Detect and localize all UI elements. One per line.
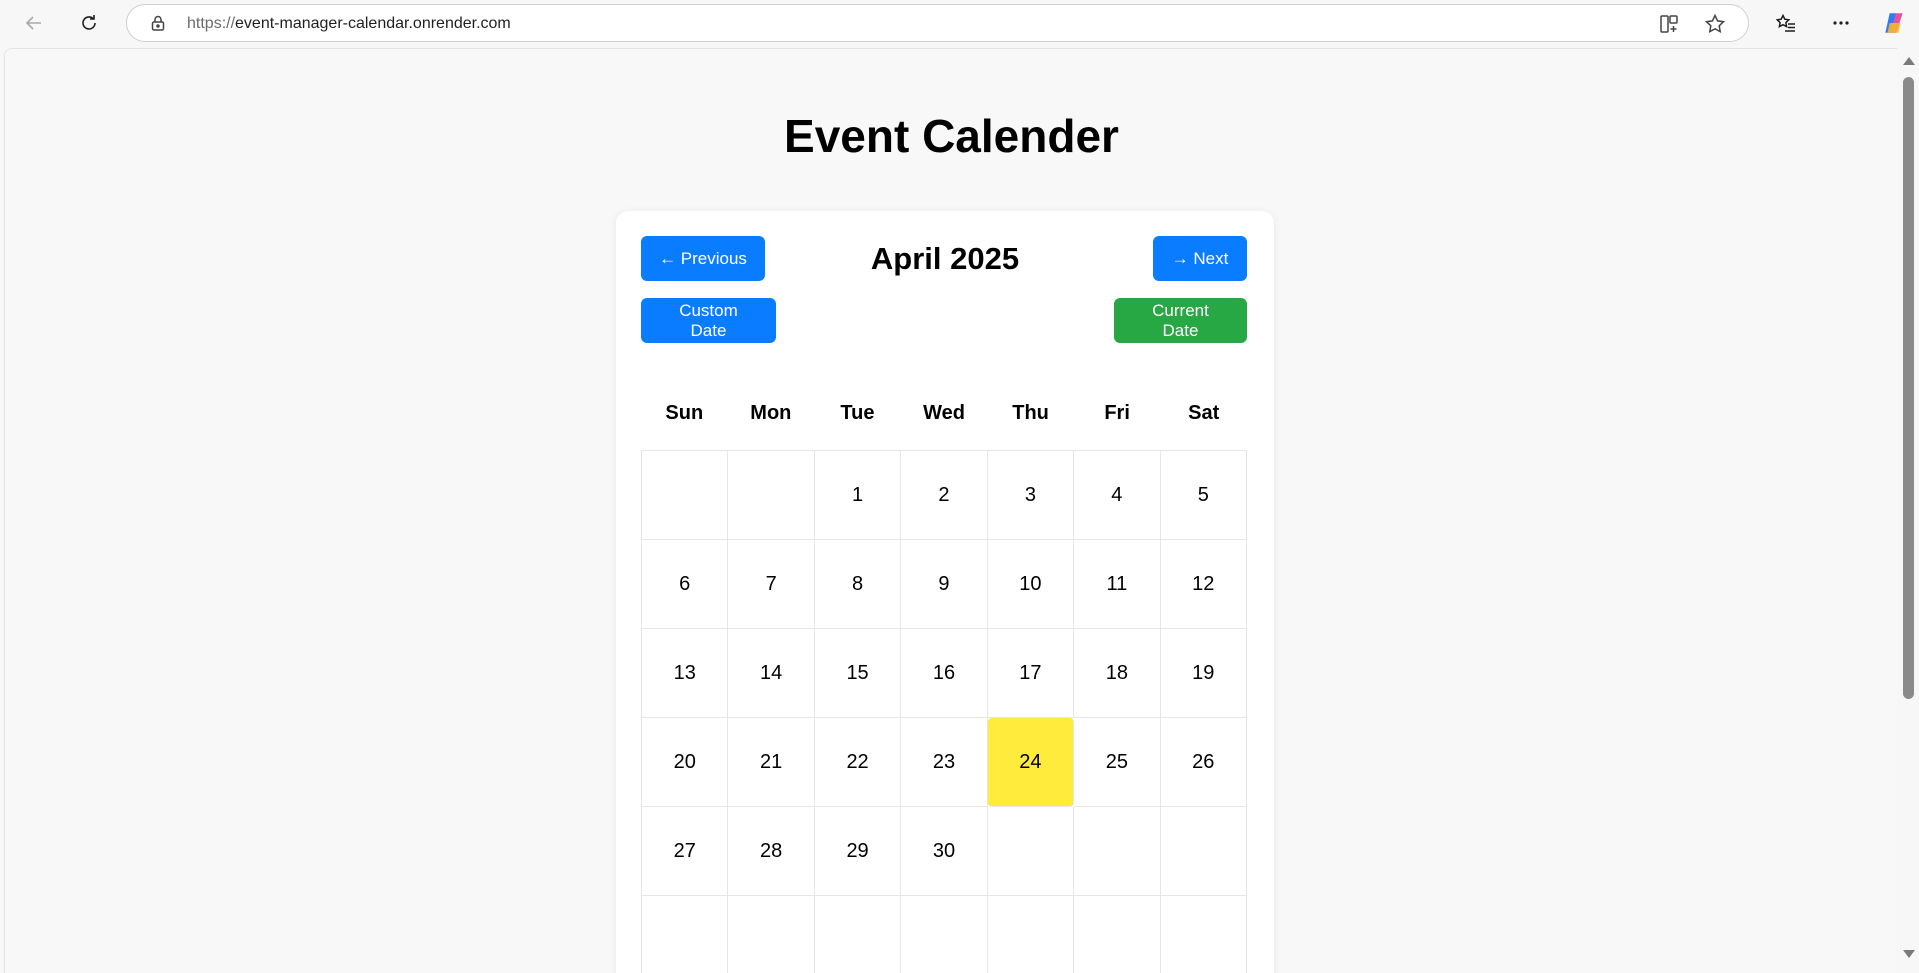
weekday-sun: Sun <box>665 402 704 424</box>
empty-day-cell <box>642 896 729 973</box>
empty-day-cell <box>728 451 815 540</box>
calendar-grid: 1 2 3 4 5 6 7 8 9 10 11 12 13 14 15 16 17 18 19 20 21 22 23 24 2… <box>641 450 1247 973</box>
empty-day-cell <box>728 896 815 973</box>
scroll-down-arrow-icon[interactable] <box>1903 950 1915 958</box>
back-button[interactable] <box>18 7 50 39</box>
day-cell[interactable]: 15 <box>814 629 902 718</box>
reload-icon <box>82 15 96 30</box>
empty-day-cell <box>1074 807 1161 896</box>
day-cell[interactable]: 28 <box>728 807 815 896</box>
day-cell[interactable]: 27 <box>642 807 729 896</box>
address-bar[interactable]: https://event-manager-calendar.onrender.… <box>126 4 1749 42</box>
page-title: Event Calender <box>784 110 1119 162</box>
day-cell[interactable]: 2 <box>901 451 988 540</box>
copilot-icon <box>1885 13 1903 33</box>
day-cell[interactable]: 4 <box>1074 451 1161 540</box>
weekday-thu: Thu <box>1012 402 1049 424</box>
empty-day-cell <box>1074 896 1161 973</box>
current-date-button[interactable]: Current Date <box>1114 298 1247 343</box>
weekday-mon: Mon <box>750 402 792 424</box>
day-cell[interactable]: 29 <box>814 807 902 896</box>
split-screen-icon[interactable] <box>1658 13 1680 35</box>
day-cell[interactable]: 8 <box>814 540 902 629</box>
day-cell[interactable]: 7 <box>728 540 815 629</box>
weekday-wed: Wed <box>923 402 965 424</box>
day-cell[interactable]: 23 <box>901 718 988 807</box>
arrow-left-icon <box>25 16 41 30</box>
favorites-button[interactable] <box>1770 7 1802 39</box>
page-viewport: Event Calender ← Previous April 2025 → N… <box>4 48 1897 973</box>
day-cell[interactable]: 3 <box>987 451 1075 540</box>
day-cell[interactable]: 26 <box>1160 718 1247 807</box>
day-cell[interactable]: 22 <box>814 718 902 807</box>
empty-day-cell <box>642 451 729 540</box>
favorites-list-icon <box>1776 13 1795 32</box>
day-cell[interactable]: 13 <box>642 629 729 718</box>
scroll-up-arrow-icon[interactable] <box>1903 57 1915 65</box>
day-cell[interactable]: 18 <box>1074 629 1161 718</box>
scroll-thumb[interactable] <box>1903 77 1914 699</box>
url-protocol: https:// <box>187 15 236 32</box>
day-cell[interactable]: 10 <box>987 540 1075 629</box>
empty-day-cell <box>1160 807 1247 896</box>
empty-day-cell <box>988 896 1075 973</box>
day-cell[interactable]: 9 <box>901 540 988 629</box>
next-month-button[interactable]: → Next <box>1153 236 1247 281</box>
more-icon <box>1833 21 1849 25</box>
more-button[interactable] <box>1825 7 1857 39</box>
browser-toolbar: https://event-manager-calendar.onrender.… <box>0 0 1919 46</box>
day-cell[interactable]: 20 <box>642 718 729 807</box>
day-cell[interactable]: 25 <box>1074 718 1161 807</box>
empty-day-cell <box>987 807 1075 896</box>
day-cell[interactable]: 11 <box>1074 540 1161 629</box>
weekday-fri: Fri <box>1104 402 1130 424</box>
empty-day-cell <box>815 896 902 973</box>
weekday-sat: Sat <box>1188 402 1220 424</box>
day-cell[interactable]: 5 <box>1160 451 1247 540</box>
url-host: event-manager-calendar.onrender.com <box>235 15 511 32</box>
day-cell[interactable]: 21 <box>728 718 815 807</box>
lock-icon[interactable] <box>149 14 167 32</box>
day-cell[interactable]: 19 <box>1160 629 1247 718</box>
star-icon[interactable] <box>1704 13 1726 35</box>
today-day-cell[interactable]: 24 <box>987 718 1075 807</box>
empty-day-cell <box>1161 896 1247 973</box>
day-cell[interactable]: 16 <box>901 629 988 718</box>
weekday-tue: Tue <box>840 402 875 424</box>
empty-day-cell <box>901 896 988 973</box>
day-cell[interactable]: 12 <box>1160 540 1247 629</box>
calendar-card: ← Previous April 2025 → Next Custom Date… <box>616 211 1274 973</box>
day-cell[interactable]: 6 <box>642 540 729 629</box>
day-cell[interactable]: 30 <box>901 807 988 896</box>
day-cell[interactable]: 1 <box>814 451 902 540</box>
copilot-button[interactable] <box>1878 7 1910 39</box>
reload-button[interactable] <box>73 7 105 39</box>
weekday-header: Sun Mon Tue Wed Thu Fri Sat <box>641 391 1247 435</box>
custom-date-button[interactable]: Custom Date <box>641 298 776 343</box>
day-cell[interactable]: 14 <box>728 629 815 718</box>
day-cell[interactable]: 17 <box>987 629 1075 718</box>
vertical-scrollbar[interactable] <box>1898 48 1919 973</box>
url-text[interactable]: https://event-manager-calendar.onrender.… <box>187 5 511 43</box>
